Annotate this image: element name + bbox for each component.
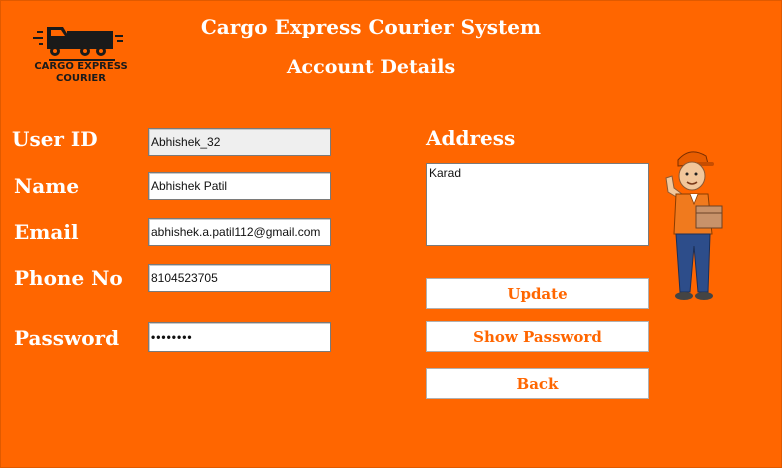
- email-field[interactable]: abhishek.a.patil112@gmail.com: [148, 218, 331, 246]
- app-title: Cargo Express Courier System: [200, 15, 542, 39]
- show-password-button[interactable]: Show Password: [426, 321, 649, 352]
- logo-text: CARGO EXPRESS COURIER: [34, 61, 128, 84]
- courier-person-icon: [656, 146, 731, 306]
- phone-label: Phone No: [14, 266, 123, 290]
- password-label: Password: [14, 326, 120, 350]
- name-label: Name: [14, 174, 80, 198]
- phone-field[interactable]: 8104523705: [148, 264, 331, 292]
- update-button[interactable]: Update: [426, 278, 649, 309]
- user-id-label: User ID: [12, 127, 98, 151]
- name-field[interactable]: Abhishek Patil: [148, 172, 331, 200]
- back-button[interactable]: Back: [426, 368, 649, 399]
- password-field[interactable]: ••••••••: [148, 322, 331, 352]
- page-title: Account Details: [286, 56, 456, 78]
- address-textarea[interactable]: Karad: [426, 163, 649, 246]
- account-details-window: CARGO EXPRESS COURIER Cargo Express Cour…: [0, 0, 782, 468]
- user-id-field[interactable]: Abhishek_32: [148, 128, 331, 156]
- email-label: Email: [14, 220, 79, 244]
- address-label: Address: [426, 126, 516, 150]
